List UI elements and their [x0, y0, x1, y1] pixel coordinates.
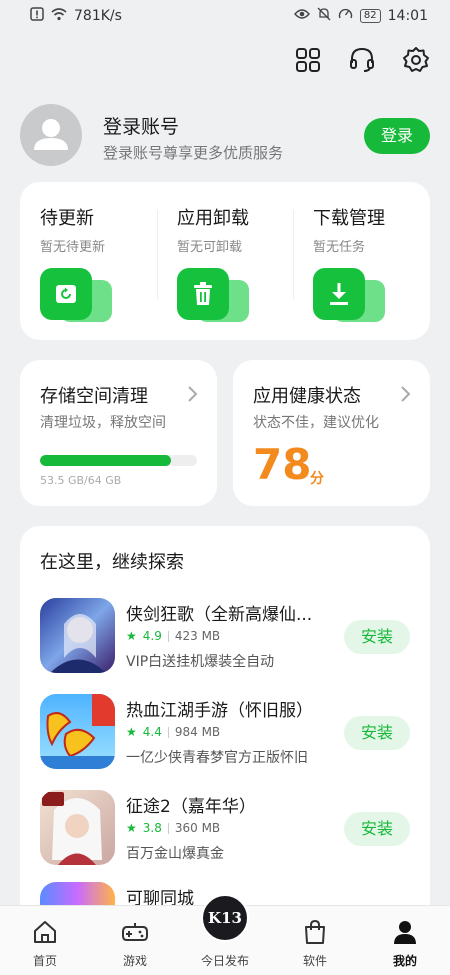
app-size: 423 MB: [174, 629, 221, 643]
install-button[interactable]: 安装: [344, 620, 410, 654]
app-name: 征途2（嘉年华）: [126, 797, 256, 817]
chevron-right-icon: [398, 384, 412, 404]
health-score: 78: [253, 440, 312, 489]
download-manager-title: 下载管理: [313, 208, 385, 229]
divider: [157, 210, 158, 300]
divider: [167, 726, 169, 738]
uninstall-title: 应用卸载: [177, 208, 249, 229]
health-score-unit: 分: [310, 471, 324, 487]
tab-games[interactable]: 游戏: [90, 906, 180, 975]
divider: [293, 210, 294, 300]
clock: 14:01: [387, 8, 428, 24]
trash-icon: [177, 268, 251, 322]
pending-updates-subtitle: 暂无待更新: [40, 240, 106, 255]
shopping-bag-icon: [301, 918, 329, 946]
list-item[interactable]: 侠剑狂歌（全新高爆仙... ★ 4.9 423 MB VIP白送挂机爆装全自动 …: [40, 598, 410, 674]
app-name: 热血江湖手游（怀旧服）: [126, 701, 313, 721]
storage-title: 存储空间清理: [40, 386, 148, 407]
divider: [167, 630, 169, 642]
quick-actions-card: 待更新 暂无待更新 应用卸载 暂无可卸载 下载管理 暂无任务: [20, 182, 430, 340]
today-badge-icon: K13: [201, 894, 249, 942]
app-rating: 4.4: [142, 725, 162, 739]
list-item[interactable]: 热血江湖手游（怀旧服） ★ 4.4 984 MB 一亿少侠青春梦官方正版怀旧 安…: [40, 694, 410, 770]
battery-indicator: 82: [359, 9, 381, 23]
login-button[interactable]: 登录: [364, 118, 430, 154]
headset-icon[interactable]: [348, 46, 376, 74]
chevron-right-icon: [185, 384, 199, 404]
pending-updates-item[interactable]: 待更新 暂无待更新: [40, 204, 160, 322]
gamepad-icon: [121, 918, 149, 946]
header-actions: [294, 46, 430, 74]
alert-icon: [30, 7, 44, 25]
eye-icon: [293, 8, 310, 24]
divider: [167, 822, 169, 834]
download-manager-item[interactable]: 下载管理 暂无任务: [313, 204, 433, 322]
tab-label: 首页: [32, 954, 57, 968]
uninstall-item[interactable]: 应用卸载 暂无可卸载: [177, 204, 297, 322]
person-icon: [391, 918, 419, 946]
app-icon: [40, 790, 115, 865]
storage-subtitle: 清理垃圾，释放空间: [40, 415, 166, 431]
account-title: 登录账号: [103, 116, 180, 138]
bottom-tab-bar: 首页 游戏 K13 今日发布 软件 我的: [0, 894, 450, 975]
settings-gear-icon[interactable]: [402, 46, 430, 74]
tab-home[interactable]: 首页: [0, 906, 90, 975]
star-icon: ★: [126, 821, 137, 835]
app-icon: [40, 598, 115, 673]
storage-progress-bar: [40, 455, 197, 466]
app-health-card[interactable]: 应用健康状态 状态不佳，建议优化 78 分: [233, 360, 430, 506]
tab-software[interactable]: 软件: [270, 906, 360, 975]
speedometer-icon: [338, 7, 353, 25]
app-size: 360 MB: [174, 821, 221, 835]
app-meta: ★ 4.9 423 MB: [126, 629, 220, 643]
tab-label: 游戏: [122, 954, 147, 968]
app-description: VIP白送挂机爆装全自动: [126, 654, 275, 670]
tab-label: 今日发布: [200, 954, 249, 968]
app-icon: [40, 694, 115, 769]
wifi-icon: [51, 7, 67, 25]
app-meta: ★ 4.4 984 MB: [126, 725, 220, 739]
status-bar: 781K/s 82 14:01: [0, 0, 450, 32]
tab-mine[interactable]: 我的: [360, 906, 450, 975]
install-button[interactable]: 安装: [344, 812, 410, 846]
app-rating: 4.9: [142, 629, 162, 643]
tab-label: 我的: [392, 954, 417, 968]
storage-usage: 53.5 GB/64 GB: [40, 474, 122, 487]
star-icon: ★: [126, 725, 137, 739]
download-icon: [313, 268, 387, 322]
app-name: 侠剑狂歌（全新高爆仙...: [126, 605, 313, 625]
account-section[interactable]: 登录账号 登录账号尊享更多优质服务 登录: [20, 104, 430, 166]
health-title: 应用健康状态: [253, 386, 361, 407]
app-description: 一亿少侠青春梦官方正版怀旧: [126, 750, 308, 766]
star-icon: ★: [126, 629, 137, 643]
update-icon: [40, 268, 114, 322]
storage-cleanup-card[interactable]: 存储空间清理 清理垃圾，释放空间 53.5 GB/64 GB: [20, 360, 217, 506]
app-description: 百万金山爆真金: [126, 846, 224, 862]
home-icon: [31, 918, 59, 946]
apps-grid-icon[interactable]: [294, 46, 322, 74]
storage-progress-fill: [40, 455, 172, 466]
network-speed: 781K/s: [74, 8, 122, 24]
download-manager-subtitle: 暂无任务: [313, 240, 366, 255]
pending-updates-title: 待更新: [40, 208, 94, 229]
uninstall-subtitle: 暂无可卸载: [177, 240, 243, 255]
health-subtitle: 状态不佳，建议优化: [253, 415, 379, 431]
app-meta: ★ 3.8 360 MB: [126, 821, 220, 835]
tab-today-release[interactable]: K13 今日发布: [180, 894, 270, 975]
account-subtitle: 登录账号尊享更多优质服务: [103, 144, 284, 162]
app-rating: 3.8: [142, 821, 162, 835]
tab-label: 软件: [302, 954, 327, 968]
mute-bell-icon: [317, 7, 331, 25]
explore-title: 在这里，继续探索: [40, 552, 184, 573]
install-button[interactable]: 安装: [344, 716, 410, 750]
app-size: 984 MB: [174, 725, 221, 739]
avatar[interactable]: [20, 104, 82, 166]
list-item[interactable]: 征途2（嘉年华） ★ 3.8 360 MB 百万金山爆真金 安装: [40, 790, 410, 866]
explore-card: 在这里，继续探索 侠剑狂歌（全新高爆仙... ★ 4.9 423 MB VIP白…: [20, 526, 430, 926]
